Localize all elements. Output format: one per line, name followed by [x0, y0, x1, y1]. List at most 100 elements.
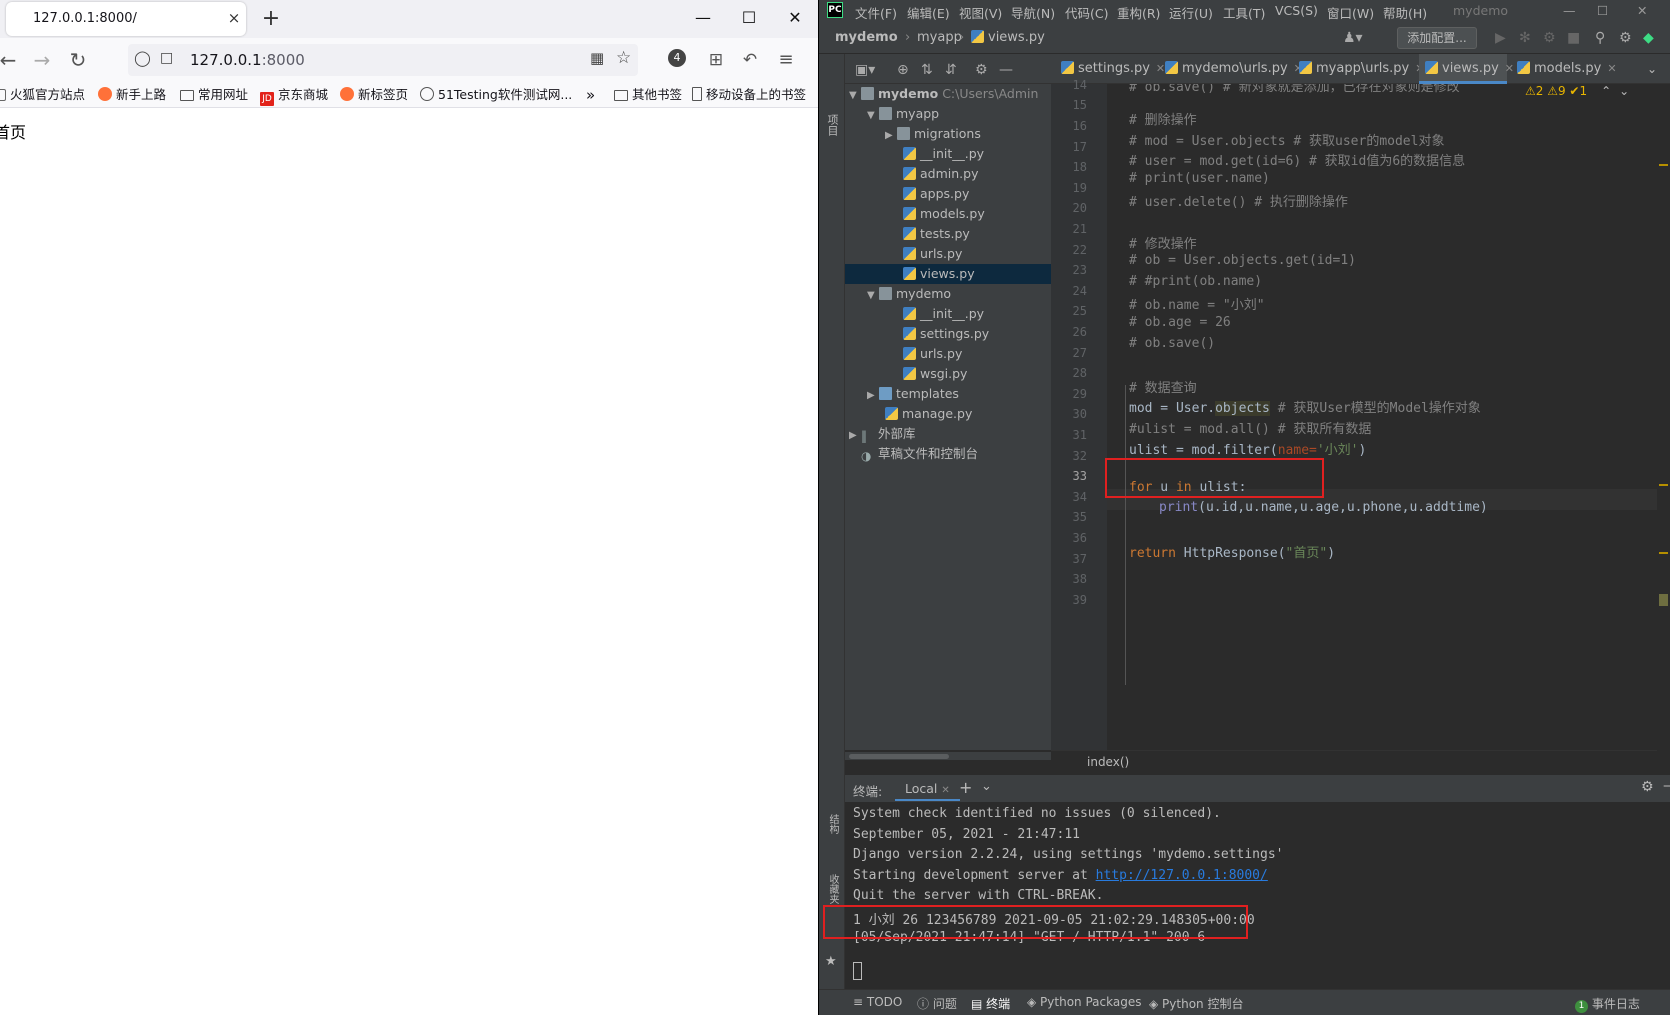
menu-tools[interactable]: 工具(T) [1223, 3, 1265, 22]
python-console-tool-button[interactable]: ◈ Python 控制台 [1149, 995, 1243, 1012]
code-line[interactable]: mod = User.objects # 获取User模型的Model操作对象 [1129, 397, 1481, 416]
code-line[interactable]: return HttpResponse("首页") [1129, 542, 1335, 561]
tab-close-icon[interactable]: ✕ [1607, 62, 1616, 75]
python-packages-tool-button[interactable]: ◈ Python Packages [1027, 995, 1141, 1009]
ide-minimize-icon[interactable]: — [1563, 3, 1576, 18]
menu-navigate[interactable]: 导航(N) [1011, 3, 1055, 22]
terminal-dropdown-chevron-icon[interactable]: ⌄ [981, 779, 992, 794]
minimize-icon[interactable]: — [680, 4, 726, 32]
project-view-dropdown-icon[interactable]: ▣▾ [855, 62, 875, 78]
tree-item-selected-file[interactable]: views.py [845, 264, 1051, 284]
bookmark-item[interactable]: 新标签页 [340, 86, 408, 104]
stop-icon[interactable]: ■ [1567, 30, 1580, 46]
code-editor[interactable]: # ob.save() # 新对象就是添加，已存在对象则是修改 # 删除操作 #… [1107, 84, 1657, 750]
chevron-down-icon[interactable]: ▼ [867, 286, 879, 306]
debug-icon[interactable]: ✻ [1519, 30, 1531, 46]
tree-item-file[interactable]: settings.py [903, 324, 989, 344]
tree-item-folder[interactable]: ▶ migrations [885, 124, 981, 144]
tree-item-scratches[interactable]: ◑ 草稿文件和控制台 [861, 444, 978, 464]
menu-help[interactable]: 帮助(H) [1383, 3, 1427, 22]
tab-mydemo-urls-py[interactable]: mydemo\urls.py✕ [1159, 54, 1303, 84]
terminal-output[interactable]: System check identified no issues (0 sil… [845, 802, 1670, 989]
menu-view[interactable]: 视图(V) [959, 3, 1002, 22]
qr-code-icon[interactable]: ▦ [590, 49, 604, 67]
ide-maximize-icon[interactable]: ☐ [1597, 3, 1608, 18]
tab-close-icon[interactable]: ✕ [941, 785, 949, 796]
more-bookmarks-chevron-icon[interactable]: » [586, 86, 595, 104]
tree-item-file[interactable]: apps.py [903, 184, 969, 204]
maximize-icon[interactable]: ☐ [726, 4, 772, 32]
bookmark-star-icon[interactable]: ☆ [616, 48, 631, 68]
bookmark-item[interactable]: 51Testing软件测试网... [420, 86, 572, 104]
editor-scrollbar[interactable] [1657, 84, 1670, 750]
bookmark-folder[interactable]: 移动设备上的书签 [692, 86, 806, 104]
screenshot-crop-icon[interactable]: ⊞ [702, 46, 730, 74]
breadcrumb-folder[interactable]: myapp [917, 30, 962, 45]
code-line[interactable]: print(u.id,u.name,u.age,u.phone,u.addtim… [1159, 500, 1488, 515]
page-info-icon[interactable]: □ [160, 50, 173, 66]
code-line[interactable]: # mod = User.objects # 获取user的model对象 [1129, 130, 1444, 149]
code-line[interactable]: # ob.name = "小刘" [1129, 294, 1265, 313]
tab-models-py[interactable]: models.py ✕ [1511, 54, 1617, 84]
breadcrumb-file[interactable]: views.py [971, 30, 1045, 45]
menu-run[interactable]: 运行(U) [1169, 3, 1213, 22]
browser-tab[interactable]: 127.0.0.1:8000/ × [6, 2, 246, 36]
structure-tool-button[interactable]: 结构 [824, 814, 840, 834]
tree-item-file[interactable]: tests.py [903, 224, 970, 244]
chevron-down-icon[interactable]: ▼ [867, 106, 879, 126]
code-line[interactable]: ulist = mod.filter(name='小刘') [1129, 439, 1366, 458]
undo-icon[interactable]: ↶ [736, 46, 764, 74]
url-text[interactable]: 127.0.0.1:8000 [190, 51, 305, 69]
code-line[interactable]: # user = mod.get(id=6) # 获取id值为6的数据信息 [1129, 150, 1465, 169]
tree-scrollbar-thumb[interactable] [849, 754, 949, 759]
collapse-all-icon[interactable]: ⇵ [945, 62, 957, 78]
chevron-down-icon[interactable]: ⌄ [1619, 84, 1629, 98]
tree-item-folder[interactable]: ▶ templates [867, 384, 959, 404]
tree-item-file[interactable]: urls.py [903, 244, 962, 264]
code-line[interactable]: # ob.save() [1129, 336, 1215, 351]
code-line[interactable]: # 删除操作 [1129, 109, 1197, 128]
code-line[interactable]: # user.delete() # 执行删除操作 [1129, 191, 1348, 210]
menu-window[interactable]: 窗口(W) [1327, 3, 1374, 22]
tree-item-file[interactable]: models.py [903, 204, 985, 224]
menu-code[interactable]: 代码(C) [1065, 3, 1108, 22]
tree-item-project-root[interactable]: ▼ mydemo C:\Users\Admin [849, 84, 1038, 104]
locate-icon[interactable]: ⊕ [897, 62, 909, 78]
reload-icon[interactable]: ↻ [64, 46, 92, 74]
run-icon[interactable]: ▶ [1495, 30, 1506, 46]
chevron-right-icon[interactable]: ▶ [867, 386, 879, 406]
hide-panel-icon[interactable]: — [999, 62, 1013, 78]
tab-views-py[interactable]: views.py ✕ [1419, 54, 1514, 84]
tree-item-file[interactable]: wsgi.py [903, 364, 967, 384]
forward-icon[interactable]: → [28, 46, 56, 74]
code-line[interactable]: # ob = User.objects.get(id=1) [1129, 253, 1356, 268]
terminal-settings-gear-icon[interactable]: ⚙ [1641, 779, 1654, 795]
server-url-link[interactable]: http://127.0.0.1:8000/ [1096, 868, 1268, 883]
plugin-icon[interactable]: ◆ [1643, 30, 1654, 46]
bookmark-item[interactable]: 新手上路 [98, 86, 166, 104]
code-line[interactable]: # 数据查询 [1129, 377, 1197, 396]
favorites-star-icon[interactable]: ★ [825, 954, 837, 969]
ide-close-icon[interactable]: ✕ [1637, 3, 1647, 18]
terminal-tool-button[interactable]: ▤ 终端 [971, 995, 1010, 1012]
tab-close-icon[interactable]: × [224, 8, 244, 28]
code-breadcrumb-function[interactable]: index() [1087, 755, 1129, 769]
tree-item-file[interactable]: manage.py [885, 404, 972, 424]
code-line[interactable]: #ulist = mod.all() # 获取所有数据 [1129, 418, 1371, 437]
bookmark-item[interactable]: JD 京东商城 [260, 86, 328, 106]
code-line[interactable]: # ob.save() # 新对象就是添加，已存在对象则是修改 [1129, 84, 1460, 95]
code-line[interactable]: # ob.age = 26 [1129, 315, 1231, 330]
menu-edit[interactable]: 编辑(E) [907, 3, 950, 22]
menu-refactor[interactable]: 重构(R) [1117, 3, 1160, 22]
inspections-widget[interactable]: ⚠2 ⚠9 ✔1 ⌃ ⌄ [1525, 84, 1629, 98]
chevron-right-icon[interactable]: ▶ [885, 126, 897, 146]
bookmark-folder[interactable]: 其他书签 [614, 86, 682, 104]
code-line[interactable]: # #print(ob.name) [1129, 274, 1262, 289]
breadcrumb-project[interactable]: mydemo [835, 30, 898, 45]
expand-all-icon[interactable]: ⇅ [921, 62, 933, 78]
terminal-tab-local[interactable]: Local ✕ [895, 779, 960, 801]
project-tool-button[interactable]: 项目 [824, 114, 840, 136]
settings-gear-icon[interactable]: ⚙ [1619, 30, 1632, 46]
favorites-tool-button[interactable]: 收藏夹 [824, 874, 840, 904]
back-icon[interactable]: ← [0, 46, 22, 74]
